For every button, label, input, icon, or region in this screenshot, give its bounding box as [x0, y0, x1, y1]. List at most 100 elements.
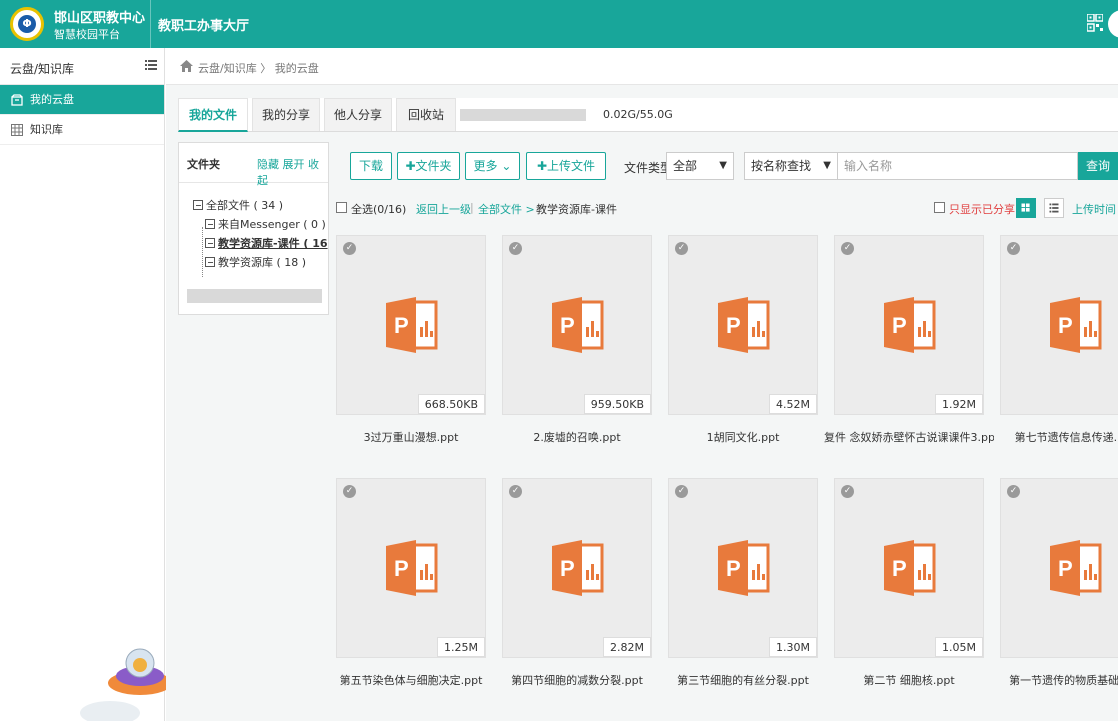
portal-link[interactable]: 教职工办事大厅 [158, 15, 249, 34]
list-toolbar: 全选(0/16) 返回上一级 | 全部文件 > 教学资源库-课件 只显示已分享 … [336, 198, 1118, 218]
user-avatar[interactable] [1108, 10, 1118, 38]
svg-text:P: P [1058, 556, 1073, 581]
breadcrumb-text: 云盘/知识库 〉 我的云盘 [198, 62, 319, 75]
file-thumbnail[interactable]: ✓ P 1.05M [834, 478, 984, 658]
folder-tree-controls[interactable]: 隐藏 展开 收起 [257, 156, 328, 188]
select-check-icon[interactable]: ✓ [1007, 242, 1020, 255]
school-logo: Φ [10, 7, 44, 41]
chevron-down-icon: ▼ [823, 160, 831, 171]
only-shared-checkbox[interactable] [934, 202, 945, 213]
svg-text:P: P [892, 556, 907, 581]
file-name[interactable]: 复件 念奴娇赤壁怀古说课课件3.ppt [824, 429, 994, 445]
folder-panel-header: 文件夹 隐藏 展开 收起 [179, 143, 328, 187]
sort-by-upload-time[interactable]: 上传时间 [1072, 201, 1116, 217]
powerpoint-file-icon: P [1050, 297, 1102, 353]
tab-others-shares[interactable]: 他人分享 [324, 98, 392, 131]
crumb-all-files[interactable]: 全部文件 > [478, 201, 535, 217]
tab-my-shares[interactable]: 我的分享 [252, 98, 320, 131]
select-check-icon[interactable]: ✓ [841, 485, 854, 498]
folder-tree-item[interactable]: 教学资源库 ( 18 ) [205, 254, 306, 270]
file-type-select[interactable]: 全部 ▼ [666, 152, 734, 180]
file-name[interactable]: 2.废墟的召唤.ppt [492, 429, 662, 445]
tab-my-files[interactable]: 我的文件 [178, 98, 248, 132]
new-folder-button[interactable]: ✚文件夹 [397, 152, 460, 180]
file-card[interactable]: ✓ P 1.25M 第五节染色体与细胞决定.ppt [336, 478, 486, 687]
brand-title: 邯山区职教中心 [54, 11, 146, 26]
file-name[interactable]: 第四节细胞的减数分裂.ppt [492, 672, 662, 688]
file-name[interactable]: 第三节细胞的有丝分裂.ppt [658, 672, 828, 688]
qr-code-icon[interactable] [1087, 14, 1103, 32]
file-card[interactable]: ✓ P 668.50KB 3过万重山漫想.ppt [336, 235, 486, 444]
home-icon[interactable] [180, 60, 193, 72]
select-check-icon[interactable]: ✓ [1007, 485, 1020, 498]
file-card[interactable]: ✓P46第一节遗传的物质基础.ppt [1000, 478, 1118, 687]
breadcrumb: 云盘/知识库 〉 我的云盘 [166, 48, 1118, 85]
select-all-checkbox[interactable] [336, 202, 347, 213]
select-check-icon[interactable]: ✓ [343, 242, 356, 255]
svg-text:P: P [560, 313, 575, 338]
back-link[interactable]: 返回上一级 [416, 201, 471, 217]
file-card[interactable]: ✓ P 1.92M 复件 念奴娇赤壁怀古说课课件3.ppt [824, 235, 994, 444]
file-name[interactable]: 第二节 细胞核.ppt [824, 672, 994, 688]
select-check-icon[interactable]: ✓ [841, 242, 854, 255]
file-thumbnail[interactable]: ✓P46 [1000, 478, 1118, 658]
select-check-icon[interactable]: ✓ [509, 242, 522, 255]
file-card[interactable]: ✓ P 959.50KB 2.废墟的召唤.ppt [502, 235, 652, 444]
file-thumbnail[interactable]: ✓ P 959.50KB [502, 235, 652, 415]
collapse-icon[interactable] [205, 257, 215, 267]
select-check-icon[interactable]: ✓ [675, 485, 688, 498]
file-thumbnail[interactable]: ✓ P 1.92M [834, 235, 984, 415]
folder-panel-scrollbar[interactable] [187, 289, 322, 303]
file-name[interactable]: 第五节染色体与细胞决定.ppt [326, 672, 496, 688]
chevron-down-icon: ▼ [719, 160, 727, 171]
file-tabs: 我的文件 我的分享 他人分享 回收站 0.02G/55.0G [178, 98, 1118, 132]
file-thumbnail[interactable]: ✓ P 1.25M [336, 478, 486, 658]
select-check-icon[interactable]: ✓ [675, 242, 688, 255]
file-size: 959.50KB [583, 394, 651, 414]
file-thumbnail[interactable]: ✓ P 4.52M [668, 235, 818, 415]
file-thumbnail[interactable]: ✓ P 668.50KB [336, 235, 486, 415]
powerpoint-file-icon: P [718, 540, 770, 596]
only-shared-label: 只显示已分享 [949, 203, 1015, 216]
file-card[interactable]: ✓ P 4.52M 1胡同文化.ppt [668, 235, 818, 444]
list-view-icon[interactable] [1044, 198, 1064, 218]
file-thumbnail[interactable]: ✓ P 2.82M [502, 478, 652, 658]
file-thumbnail[interactable]: ✓ P 1.30M [668, 478, 818, 658]
grid-view-icon[interactable] [1016, 198, 1036, 218]
folder-tree-item[interactable]: 来自Messenger ( 0 ) [205, 216, 326, 232]
search-mode-select[interactable]: 按名称查找 ▼ [744, 152, 838, 180]
main-area: 我的文件 我的分享 他人分享 回收站 0.02G/55.0G 文件夹 隐藏 展开… [166, 85, 1118, 721]
collapse-icon[interactable] [193, 200, 203, 210]
folder-tree-item-selected[interactable]: 教学资源库-课件 ( 16 [205, 235, 328, 251]
crumb-current-folder: 教学资源库-课件 [536, 203, 617, 216]
powerpoint-file-icon: P [718, 297, 770, 353]
search-button[interactable]: 查询 [1078, 152, 1118, 180]
sidebar-item-label: 我的云盘 [30, 93, 74, 106]
menu-icon[interactable] [145, 60, 157, 70]
svg-text:P: P [726, 556, 741, 581]
file-name[interactable]: 3过万重山漫想.ppt [326, 429, 496, 445]
file-name[interactable]: 1胡同文化.ppt [658, 429, 828, 445]
collapse-icon[interactable] [205, 219, 215, 229]
sidebar-item-knowledge[interactable]: 知识库 [0, 115, 164, 145]
collapse-icon[interactable] [205, 238, 215, 248]
upload-button[interactable]: ✚上传文件 [526, 152, 606, 180]
brand-subtitle: 智慧校园平台 [54, 28, 120, 41]
file-name[interactable]: 第一节遗传的物质基础.ppt [990, 672, 1118, 688]
file-card[interactable]: ✓P58第七节遗传信息传递.ppt [1000, 235, 1118, 444]
select-check-icon[interactable]: ✓ [343, 485, 356, 498]
download-button[interactable]: 下载 [350, 152, 392, 180]
select-check-icon[interactable]: ✓ [509, 485, 522, 498]
svg-text:P: P [394, 556, 409, 581]
file-card[interactable]: ✓ P 1.05M 第二节 细胞核.ppt [834, 478, 984, 687]
file-card[interactable]: ✓ P 2.82M 第四节细胞的减数分裂.ppt [502, 478, 652, 687]
folder-tree-root[interactable]: 全部文件 ( 34 ) [193, 197, 283, 213]
file-thumbnail[interactable]: ✓P58 [1000, 235, 1118, 415]
file-card[interactable]: ✓ P 1.30M 第三节细胞的有丝分裂.ppt [668, 478, 818, 687]
file-name[interactable]: 第七节遗传信息传递.ppt [990, 429, 1118, 445]
svg-text:P: P [892, 313, 907, 338]
sidebar-item-my-cloud[interactable]: 我的云盘 [0, 85, 164, 115]
tab-recycle-bin[interactable]: 回收站 [396, 98, 456, 131]
more-button[interactable]: 更多 ⌄ [465, 152, 520, 180]
search-input[interactable]: 输入名称 [838, 152, 1078, 180]
